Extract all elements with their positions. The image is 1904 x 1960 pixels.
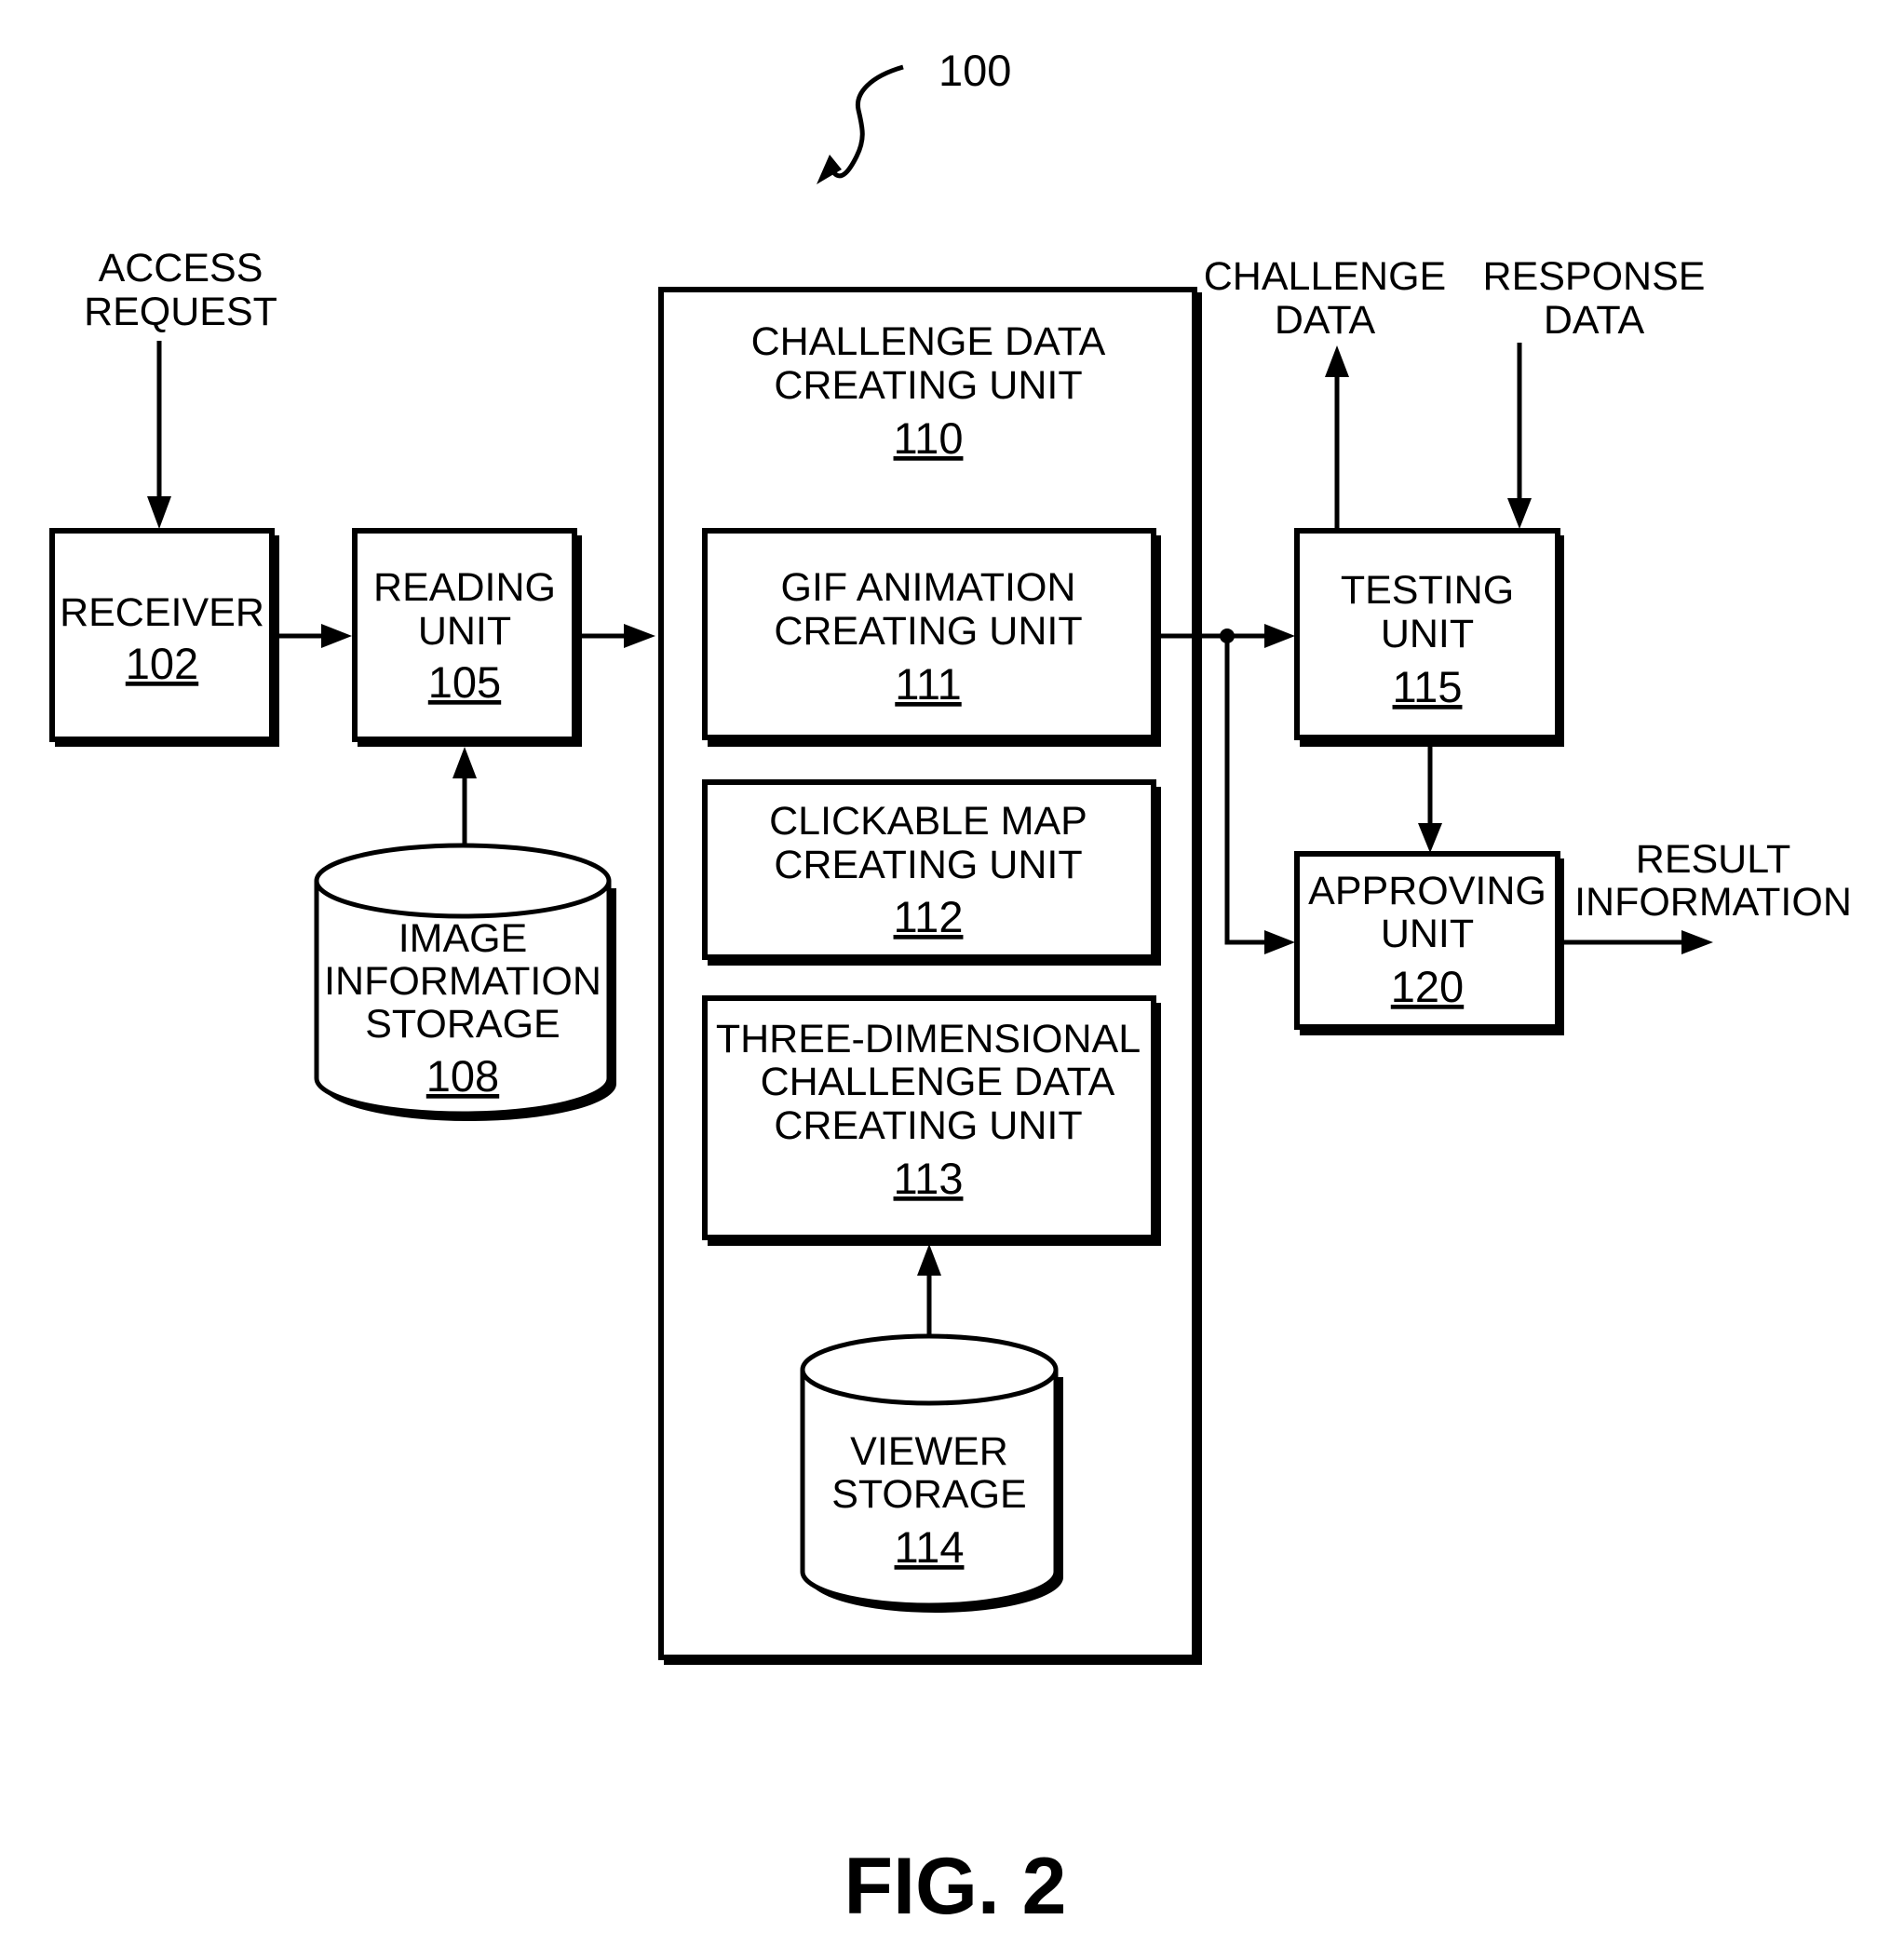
three-dimensional-creating-unit-block: THREE-DIMENSIONAL CHALLENGE DATA CREATIN…	[702, 995, 1161, 1246]
svg-text:CHALLENGE DATA: CHALLENGE DATA	[761, 1060, 1115, 1104]
svg-text:UNIT: UNIT	[1381, 612, 1474, 656]
svg-text:UNIT: UNIT	[418, 609, 511, 654]
image-information-storage-cylinder: IMAGE INFORMATION STORAGE 108	[314, 843, 616, 1121]
gif-animation-creating-unit-block: GIF ANIMATION CREATING UNIT 111	[702, 528, 1161, 747]
arrowhead-icon	[1264, 624, 1295, 648]
svg-text:113: 113	[894, 1154, 964, 1203]
svg-text:DATA: DATA	[1544, 298, 1645, 343]
response-data-label: RESPONSE DATA	[1483, 254, 1706, 343]
approving-unit-block: APPROVING UNIT 120	[1294, 851, 1564, 1035]
arrowhead-icon	[624, 624, 655, 648]
svg-text:REQUEST: REQUEST	[84, 290, 277, 334]
svg-text:114: 114	[895, 1522, 965, 1572]
figure-title: FIG. 2	[844, 1842, 1067, 1931]
svg-text:GIF ANIMATION: GIF ANIMATION	[781, 565, 1076, 610]
testing-unit-block: TESTING UNIT 115	[1294, 528, 1564, 747]
svg-text:IMAGE: IMAGE	[398, 916, 528, 961]
svg-text:ACCESS: ACCESS	[99, 246, 263, 291]
svg-text:CREATING UNIT: CREATING UNIT	[774, 1103, 1082, 1148]
reference-100: 100	[817, 46, 1011, 184]
svg-text:READING: READING	[373, 565, 556, 610]
svg-text:INFORMATION: INFORMATION	[324, 959, 601, 1004]
reference-numeral: 100	[938, 46, 1011, 95]
result-information-label: RESULT INFORMATION	[1574, 837, 1852, 925]
svg-text:102: 102	[126, 639, 198, 688]
receiver-block: RECEIVER 102	[49, 528, 279, 747]
branch-to-approving-arrow	[1224, 636, 1268, 945]
svg-text:INFORMATION: INFORMATION	[1574, 880, 1852, 925]
svg-text:CHALLENGE: CHALLENGE	[1204, 254, 1446, 299]
svg-text:111: 111	[895, 659, 961, 709]
arrowhead-icon	[1264, 930, 1295, 954]
svg-text:120: 120	[1391, 962, 1464, 1011]
svg-text:CREATING UNIT: CREATING UNIT	[774, 609, 1082, 654]
svg-text:112: 112	[894, 892, 964, 941]
svg-text:CREATING UNIT: CREATING UNIT	[774, 843, 1082, 887]
reference-squiggle-icon	[832, 64, 904, 179]
arrowhead-icon	[1681, 930, 1713, 954]
arrowhead-icon	[1418, 823, 1442, 853]
svg-text:STORAGE: STORAGE	[365, 1002, 560, 1047]
arrowhead-icon	[147, 496, 171, 529]
svg-text:RESULT: RESULT	[1636, 837, 1790, 882]
svg-text:105: 105	[428, 657, 501, 707]
svg-text:DATA: DATA	[1275, 298, 1376, 343]
svg-text:THREE-DIMENSIONAL: THREE-DIMENSIONAL	[716, 1017, 1141, 1061]
challenge-data-label: CHALLENGE DATA	[1204, 254, 1446, 343]
svg-text:APPROVING: APPROVING	[1308, 869, 1546, 913]
svg-text:115: 115	[1393, 662, 1463, 711]
arrowhead-icon	[1507, 498, 1532, 529]
arrowhead-icon	[321, 624, 352, 648]
svg-text:CREATING UNIT: CREATING UNIT	[774, 363, 1082, 408]
svg-text:STORAGE: STORAGE	[831, 1472, 1026, 1517]
svg-text:110: 110	[894, 413, 964, 463]
block-diagram: 100 ACCESS REQUEST RECEIVER 102 READING …	[49, 46, 1852, 1931]
svg-text:RECEIVER: RECEIVER	[60, 590, 264, 635]
svg-text:108: 108	[426, 1051, 499, 1101]
clickable-map-creating-unit-block: CLICKABLE MAP CREATING UNIT 112	[702, 779, 1161, 966]
svg-text:TESTING: TESTING	[1341, 568, 1514, 613]
svg-text:VIEWER: VIEWER	[850, 1429, 1008, 1474]
svg-text:RESPONSE: RESPONSE	[1483, 254, 1706, 299]
arrowhead-icon	[1325, 345, 1349, 377]
svg-text:CLICKABLE MAP: CLICKABLE MAP	[769, 799, 1087, 844]
access-request-label: ACCESS REQUEST	[84, 246, 277, 334]
viewer-storage-cylinder: VIEWER STORAGE 114	[800, 1333, 1063, 1613]
svg-text:CHALLENGE DATA: CHALLENGE DATA	[751, 319, 1106, 364]
svg-text:UNIT: UNIT	[1381, 912, 1474, 956]
reading-unit-block: READING UNIT 105	[352, 528, 582, 747]
arrowhead-icon	[452, 747, 477, 778]
reference-arrowhead-icon	[817, 155, 842, 184]
